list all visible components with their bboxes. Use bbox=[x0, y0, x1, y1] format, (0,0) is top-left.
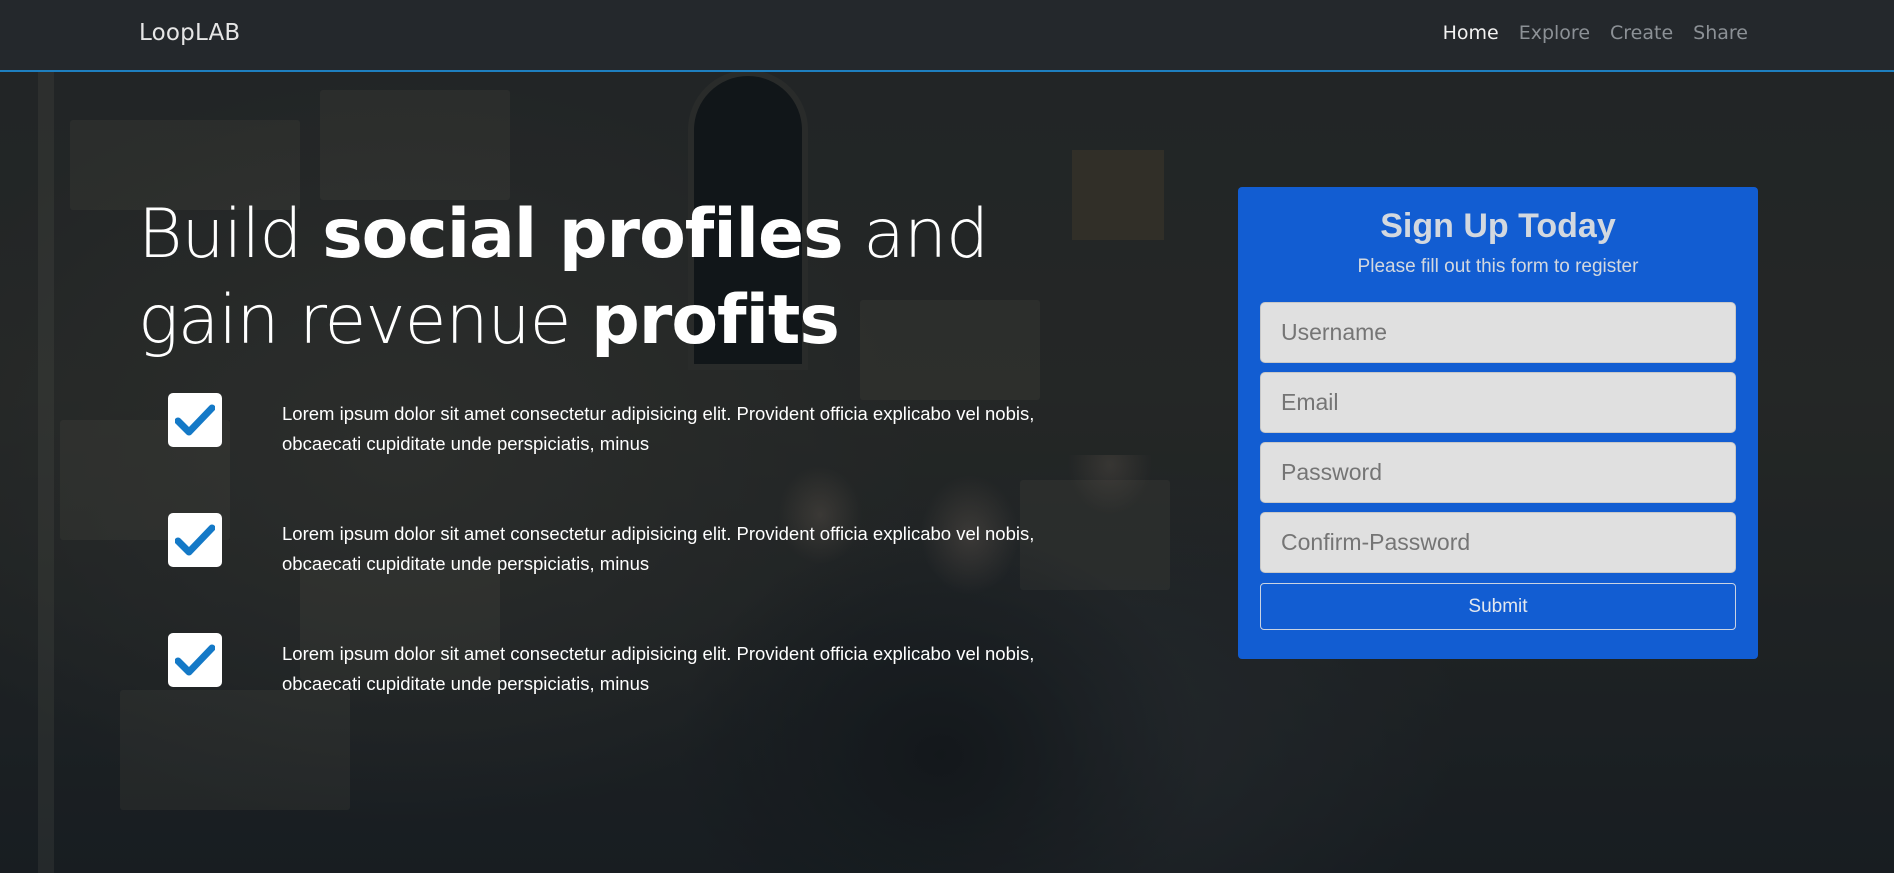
signup-card: Sign Up Today Please fill out this form … bbox=[1238, 187, 1758, 659]
nav-link-share[interactable]: Share bbox=[1693, 22, 1748, 44]
hero-bold-2: profits bbox=[591, 281, 840, 360]
navbar: LoopLAB Home Explore Create Share bbox=[0, 0, 1894, 72]
feature-item: Lorem ipsum dolor sit amet consectetur a… bbox=[168, 393, 1108, 513]
nav-link-home[interactable]: Home bbox=[1443, 22, 1499, 44]
nav-links: Home Explore Create Share bbox=[1443, 22, 1748, 44]
email-input[interactable] bbox=[1260, 372, 1736, 433]
hero-heading: Build social profiles and gain revenue p… bbox=[138, 192, 1138, 364]
brand-logo[interactable]: LoopLAB bbox=[139, 20, 240, 46]
hero-bold-1: social profiles bbox=[322, 195, 843, 274]
feature-list: Lorem ipsum dolor sit amet consectetur a… bbox=[168, 393, 1108, 753]
landing-page: LoopLAB Home Explore Create Share Build … bbox=[0, 0, 1894, 873]
feature-text: Lorem ipsum dolor sit amet consectetur a… bbox=[282, 643, 1035, 694]
signup-title: Sign Up Today bbox=[1380, 207, 1616, 245]
nav-link-create[interactable]: Create bbox=[1610, 22, 1673, 44]
nav-link-explore[interactable]: Explore bbox=[1519, 22, 1590, 44]
submit-button[interactable]: Submit bbox=[1260, 583, 1736, 630]
password-input[interactable] bbox=[1260, 442, 1736, 503]
feature-item: Lorem ipsum dolor sit amet consectetur a… bbox=[168, 633, 1108, 753]
check-icon bbox=[168, 513, 222, 567]
feature-item: Lorem ipsum dolor sit amet consectetur a… bbox=[168, 513, 1108, 633]
feature-text: Lorem ipsum dolor sit amet consectetur a… bbox=[282, 523, 1035, 574]
hero-text-1: Build bbox=[138, 195, 323, 274]
feature-text: Lorem ipsum dolor sit amet consectetur a… bbox=[282, 403, 1035, 454]
signup-subtitle: Please fill out this form to register bbox=[1357, 256, 1639, 277]
username-input[interactable] bbox=[1260, 302, 1736, 363]
check-icon bbox=[168, 633, 222, 687]
check-icon bbox=[168, 393, 222, 447]
confirm-password-input[interactable] bbox=[1260, 512, 1736, 573]
